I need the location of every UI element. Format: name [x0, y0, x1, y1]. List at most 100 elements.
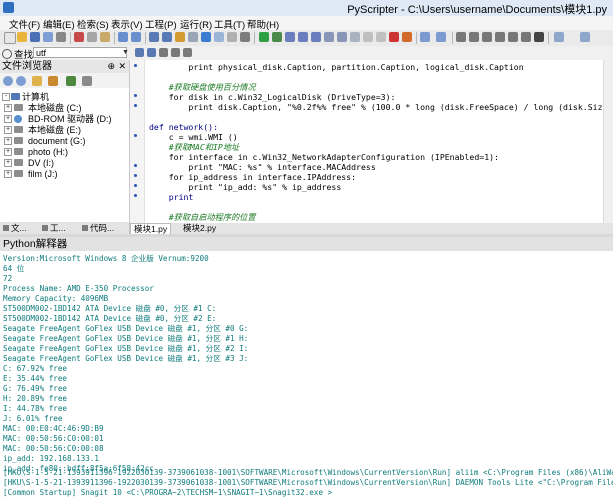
- expand-icon[interactable]: +: [4, 170, 12, 178]
- close-icon[interactable]: ✕: [118, 60, 126, 73]
- code-line: for ip_address in interface.IPAddress:: [149, 172, 357, 182]
- toggle-breakpoint-icon[interactable]: [363, 32, 373, 42]
- disk-icon: [14, 170, 23, 177]
- forward-nav-icon[interactable]: [16, 76, 26, 86]
- uncomment-icon[interactable]: [495, 32, 505, 42]
- menu-help[interactable]: 帮助(H): [247, 17, 279, 31]
- find-next-icon[interactable]: [135, 48, 144, 57]
- tidy-icon[interactable]: [227, 32, 237, 42]
- stop-icon[interactable]: [389, 32, 399, 42]
- debug-icon[interactable]: [272, 32, 282, 42]
- step-into-icon[interactable]: [285, 32, 295, 42]
- comment-icon[interactable]: [482, 32, 492, 42]
- run-icon[interactable]: [259, 32, 269, 42]
- dedent-icon[interactable]: [469, 32, 479, 42]
- output-line: Seagate FreeAgent GoFlex USB Device 磁盘 #…: [3, 344, 249, 353]
- find-prev-icon[interactable]: [147, 48, 156, 57]
- search-input[interactable]: utf: [33, 47, 127, 58]
- clear-breakpoints-icon[interactable]: [376, 32, 386, 42]
- code-line: for disk in c.Win32_LogicalDisk (DriveTy…: [149, 92, 396, 102]
- disk-icon: [14, 148, 23, 155]
- chevron-down-icon[interactable]: ▼: [122, 47, 130, 58]
- menu-edit[interactable]: 编辑(E): [43, 17, 75, 31]
- tab-to-space-icon[interactable]: [508, 32, 518, 42]
- collapse-icon[interactable]: -: [2, 93, 10, 101]
- layout-icon[interactable]: [554, 32, 564, 42]
- run-to-cursor-icon[interactable]: [324, 32, 334, 42]
- tab-file-explorer[interactable]: 文...: [3, 222, 27, 234]
- favorites-icon[interactable]: [48, 76, 58, 86]
- syntax-check-icon[interactable]: [188, 32, 198, 42]
- menu-tools[interactable]: 工具(T): [214, 17, 245, 31]
- menu-view[interactable]: 表示(V): [111, 17, 143, 31]
- paste-icon[interactable]: [100, 32, 110, 42]
- import-module-icon[interactable]: [201, 32, 211, 42]
- pin-icon[interactable]: ⊕: [107, 60, 115, 73]
- output-line: Seagate FreeAgent GoFlex USB Device 磁盘 #…: [3, 354, 249, 363]
- save-all-icon[interactable]: [43, 32, 53, 42]
- code-line: c = wmi.WMI (): [149, 132, 238, 142]
- find-icon[interactable]: [149, 32, 159, 42]
- up-folder-icon[interactable]: [32, 76, 42, 86]
- menu-project[interactable]: 工程(P): [145, 17, 177, 31]
- find-in-files-icon[interactable]: [175, 32, 185, 42]
- main-toolbar: [0, 30, 613, 47]
- expand-icon[interactable]: +: [4, 159, 12, 167]
- menu-file[interactable]: 文件(F): [9, 17, 40, 31]
- paragraph-icon[interactable]: [534, 32, 544, 42]
- options-icon[interactable]: [82, 76, 92, 86]
- editor-scrollbar[interactable]: [603, 60, 613, 223]
- forward-icon[interactable]: [436, 32, 446, 42]
- search-icon: [2, 49, 12, 59]
- back-nav-icon[interactable]: [3, 76, 13, 86]
- menu-search[interactable]: 检索(S): [77, 17, 109, 31]
- redo-icon[interactable]: [131, 32, 141, 42]
- indent-icon[interactable]: [456, 32, 466, 42]
- code-editor[interactable]: print physical_disk.Caption, partition.C…: [130, 60, 613, 234]
- code-area[interactable]: print physical_disk.Caption, partition.C…: [149, 60, 604, 223]
- case-sensitive-icon[interactable]: [171, 48, 180, 57]
- tab-project[interactable]: 工...: [42, 222, 66, 234]
- interpreter-output[interactable]: Version:Microsoft Windows 8 企业版 Vernum:9…: [0, 251, 613, 500]
- view-options-icon[interactable]: [580, 32, 590, 42]
- print-icon[interactable]: [56, 32, 66, 42]
- cut-icon[interactable]: [74, 32, 84, 42]
- editor-gutter[interactable]: [130, 60, 145, 223]
- new-file-icon[interactable]: [4, 32, 16, 44]
- undo-icon[interactable]: [118, 32, 128, 42]
- step-over-icon[interactable]: [298, 32, 308, 42]
- registry-line: [HKU\S-1-5-21-1393911396-1922030139-3739…: [3, 468, 613, 477]
- expand-icon[interactable]: +: [4, 104, 12, 112]
- expand-icon[interactable]: +: [4, 126, 12, 134]
- disk-icon: [14, 137, 23, 144]
- pause-icon[interactable]: [337, 32, 347, 42]
- whole-word-icon[interactable]: [183, 48, 192, 57]
- open-folder-icon[interactable]: [17, 32, 27, 42]
- tab-module2[interactable]: 模块2.py: [180, 223, 219, 234]
- output-line: Seagate FreeAgent GoFlex USB Device 磁盘 #…: [3, 324, 249, 333]
- copy-icon[interactable]: [87, 32, 97, 42]
- word-wrap-icon[interactable]: [521, 32, 531, 42]
- menu-run[interactable]: 运行(R): [180, 17, 212, 31]
- output-line: E: 35.44% free: [3, 374, 68, 383]
- doc-icon[interactable]: [214, 32, 224, 42]
- tab-module1[interactable]: 模块1.py: [130, 223, 172, 234]
- abort-icon[interactable]: [350, 32, 360, 42]
- highlight-icon[interactable]: [159, 48, 168, 57]
- line-marker: [134, 94, 137, 97]
- back-icon[interactable]: [420, 32, 430, 42]
- expand-icon[interactable]: +: [4, 115, 12, 123]
- filter-icon[interactable]: [66, 76, 76, 86]
- expand-icon[interactable]: +: [4, 148, 12, 156]
- line-marker: [134, 194, 137, 197]
- external-run-icon[interactable]: [240, 32, 250, 42]
- step-out-icon[interactable]: [311, 32, 321, 42]
- replace-icon[interactable]: [162, 32, 172, 42]
- expand-icon[interactable]: +: [4, 137, 12, 145]
- tab-code-explorer[interactable]: 代码...: [82, 222, 114, 234]
- record-icon[interactable]: [402, 32, 412, 42]
- code-def: def network():: [149, 122, 219, 132]
- line-marker: [134, 64, 137, 67]
- line-marker: [134, 174, 137, 177]
- save-icon[interactable]: [30, 32, 40, 42]
